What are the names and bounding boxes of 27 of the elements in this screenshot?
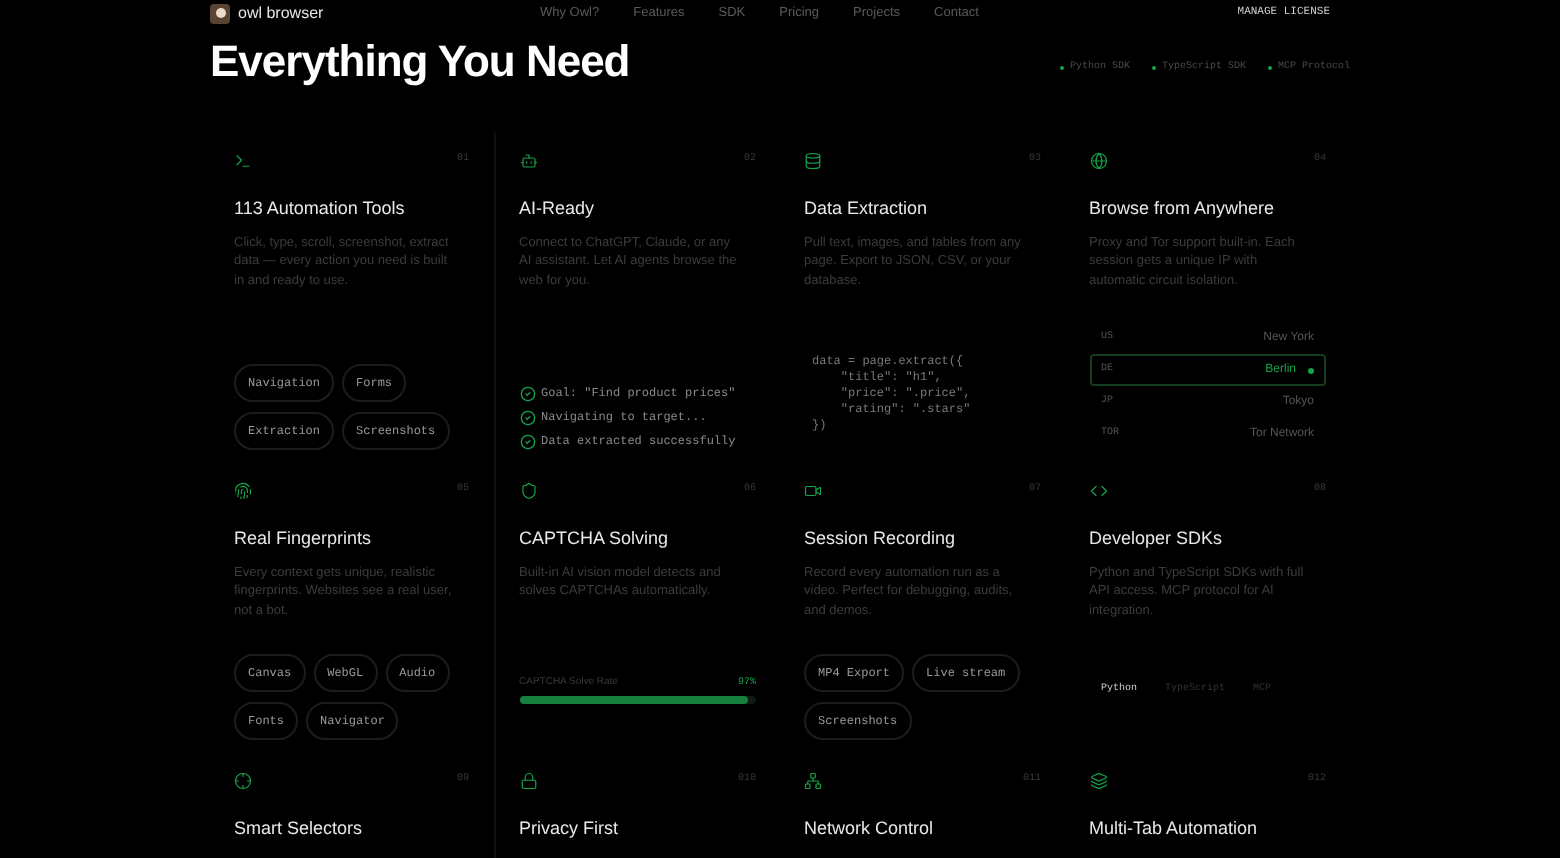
- globe-icon: [1089, 152, 1107, 170]
- card-title: Browse from Anywhere: [1089, 196, 1277, 222]
- owl-logo-icon[interactable]: [210, 3, 230, 23]
- card-title: Session Recording: [804, 526, 958, 552]
- robot-icon: [519, 152, 537, 170]
- database-icon: [804, 152, 822, 170]
- card-title: Data Extraction: [804, 196, 930, 222]
- card-title: Real Fingerprints: [234, 526, 374, 552]
- video-camera-icon: [804, 482, 822, 500]
- network-icon: [804, 772, 822, 790]
- brand-name[interactable]: owl browser: [238, 1, 324, 25]
- card-title: Privacy First: [519, 816, 620, 842]
- terminal-icon: [234, 152, 252, 170]
- page-heading: Everything You Need: [210, 40, 630, 84]
- card-title: AI-Ready: [519, 196, 597, 222]
- card-title: Smart Selectors: [234, 816, 365, 842]
- card-title: Network Control: [804, 816, 936, 842]
- layers-icon: [1089, 772, 1107, 790]
- card-title: Multi-Tab Automation: [1089, 816, 1260, 842]
- lock-icon: [519, 772, 537, 790]
- card-title: CAPTCHA Solving: [519, 526, 671, 552]
- card-title: Developer SDKs: [1089, 526, 1225, 552]
- card-title: 113 Automation Tools: [234, 196, 407, 222]
- code-icon: [1089, 482, 1107, 500]
- target-icon: [234, 772, 252, 790]
- shield-icon: [519, 482, 537, 500]
- fingerprint-icon: [234, 482, 252, 500]
